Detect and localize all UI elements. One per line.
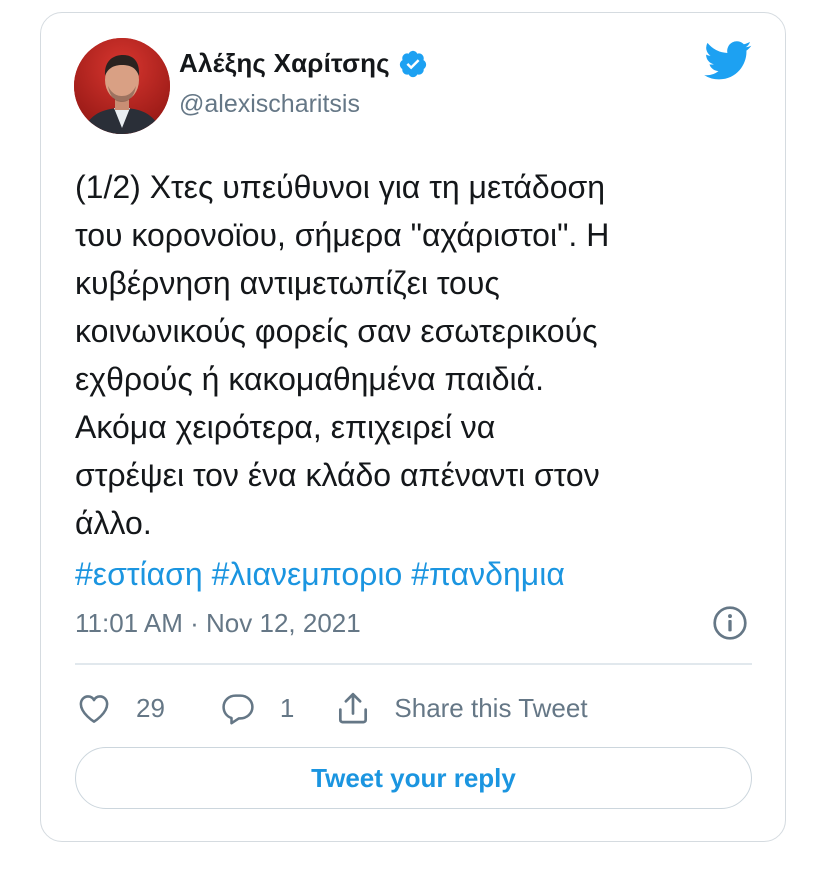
- share-button[interactable]: Share this Tweet: [334, 689, 588, 727]
- tweet-actions: 29 1 Share this Tweet: [75, 687, 588, 729]
- tweet-text-line: κοινωνικούς φορείς σαν εσωτερικούς: [75, 313, 598, 349]
- author-handle[interactable]: @alexischaritsis: [179, 90, 360, 119]
- author-name-row[interactable]: Αλέξης Χαρίτσης: [179, 48, 428, 79]
- heart-icon: [79, 695, 109, 723]
- hashtag-link[interactable]: #πανδημια: [411, 556, 565, 592]
- tweet-text-line: (1/2) Χτες υπεύθυνοι για τη μετάδοση: [75, 169, 606, 205]
- reply-count: 1: [279, 692, 295, 723]
- avatar[interactable]: [74, 38, 170, 134]
- tweet-your-reply-button[interactable]: Tweet your reply: [75, 747, 752, 809]
- like-count: 29: [136, 692, 165, 723]
- author-name[interactable]: Αλέξης Χαρίτσης: [179, 48, 390, 79]
- divider: [75, 663, 752, 665]
- verified-badge-icon: [399, 50, 426, 77]
- info-icon[interactable]: [712, 605, 748, 641]
- tweet-card: Αλέξης Χαρίτσης @alexischaritsis (1/2) Χ…: [40, 12, 786, 842]
- share-icon: [339, 692, 368, 724]
- like-button[interactable]: 29: [75, 689, 165, 727]
- reply-button[interactable]: 1: [219, 689, 294, 727]
- tweet-text-line: άλλο.: [75, 505, 152, 541]
- twitter-bird-icon[interactable]: [704, 41, 752, 81]
- share-label: Share this Tweet: [394, 692, 588, 723]
- hashtag-list: #εστίαση #λιανεμποριο #πανδημια: [75, 550, 574, 598]
- tweet-text-line: κυβέρνηση αντιμετωπίζει τους: [75, 265, 500, 301]
- tweet-text: (1/2) Χτες υπεύθυνοι για τη μετάδοση του…: [75, 163, 765, 547]
- reply-bubble-icon: [222, 694, 254, 725]
- avatar-image: [74, 38, 170, 134]
- tweet-text-line: Ακόμα χειρότερα, επιχειρεί να: [75, 409, 496, 445]
- hashtag-link[interactable]: #λιανεμποριο: [212, 556, 403, 592]
- tweet-text-line: στρέψει τον ένα κλάδο απέναντι στον: [75, 457, 600, 493]
- tweet-text-line: του κορονοϊου, σήμερα "αχάριστοι". Η: [75, 217, 610, 253]
- hashtag-link[interactable]: #εστίαση: [75, 556, 203, 592]
- tweet-timestamp[interactable]: 11:01 AM · Nov 12, 2021: [75, 608, 361, 639]
- tweet-text-line: εχθρούς ή κακομαθημένα παιδιά.: [75, 361, 545, 397]
